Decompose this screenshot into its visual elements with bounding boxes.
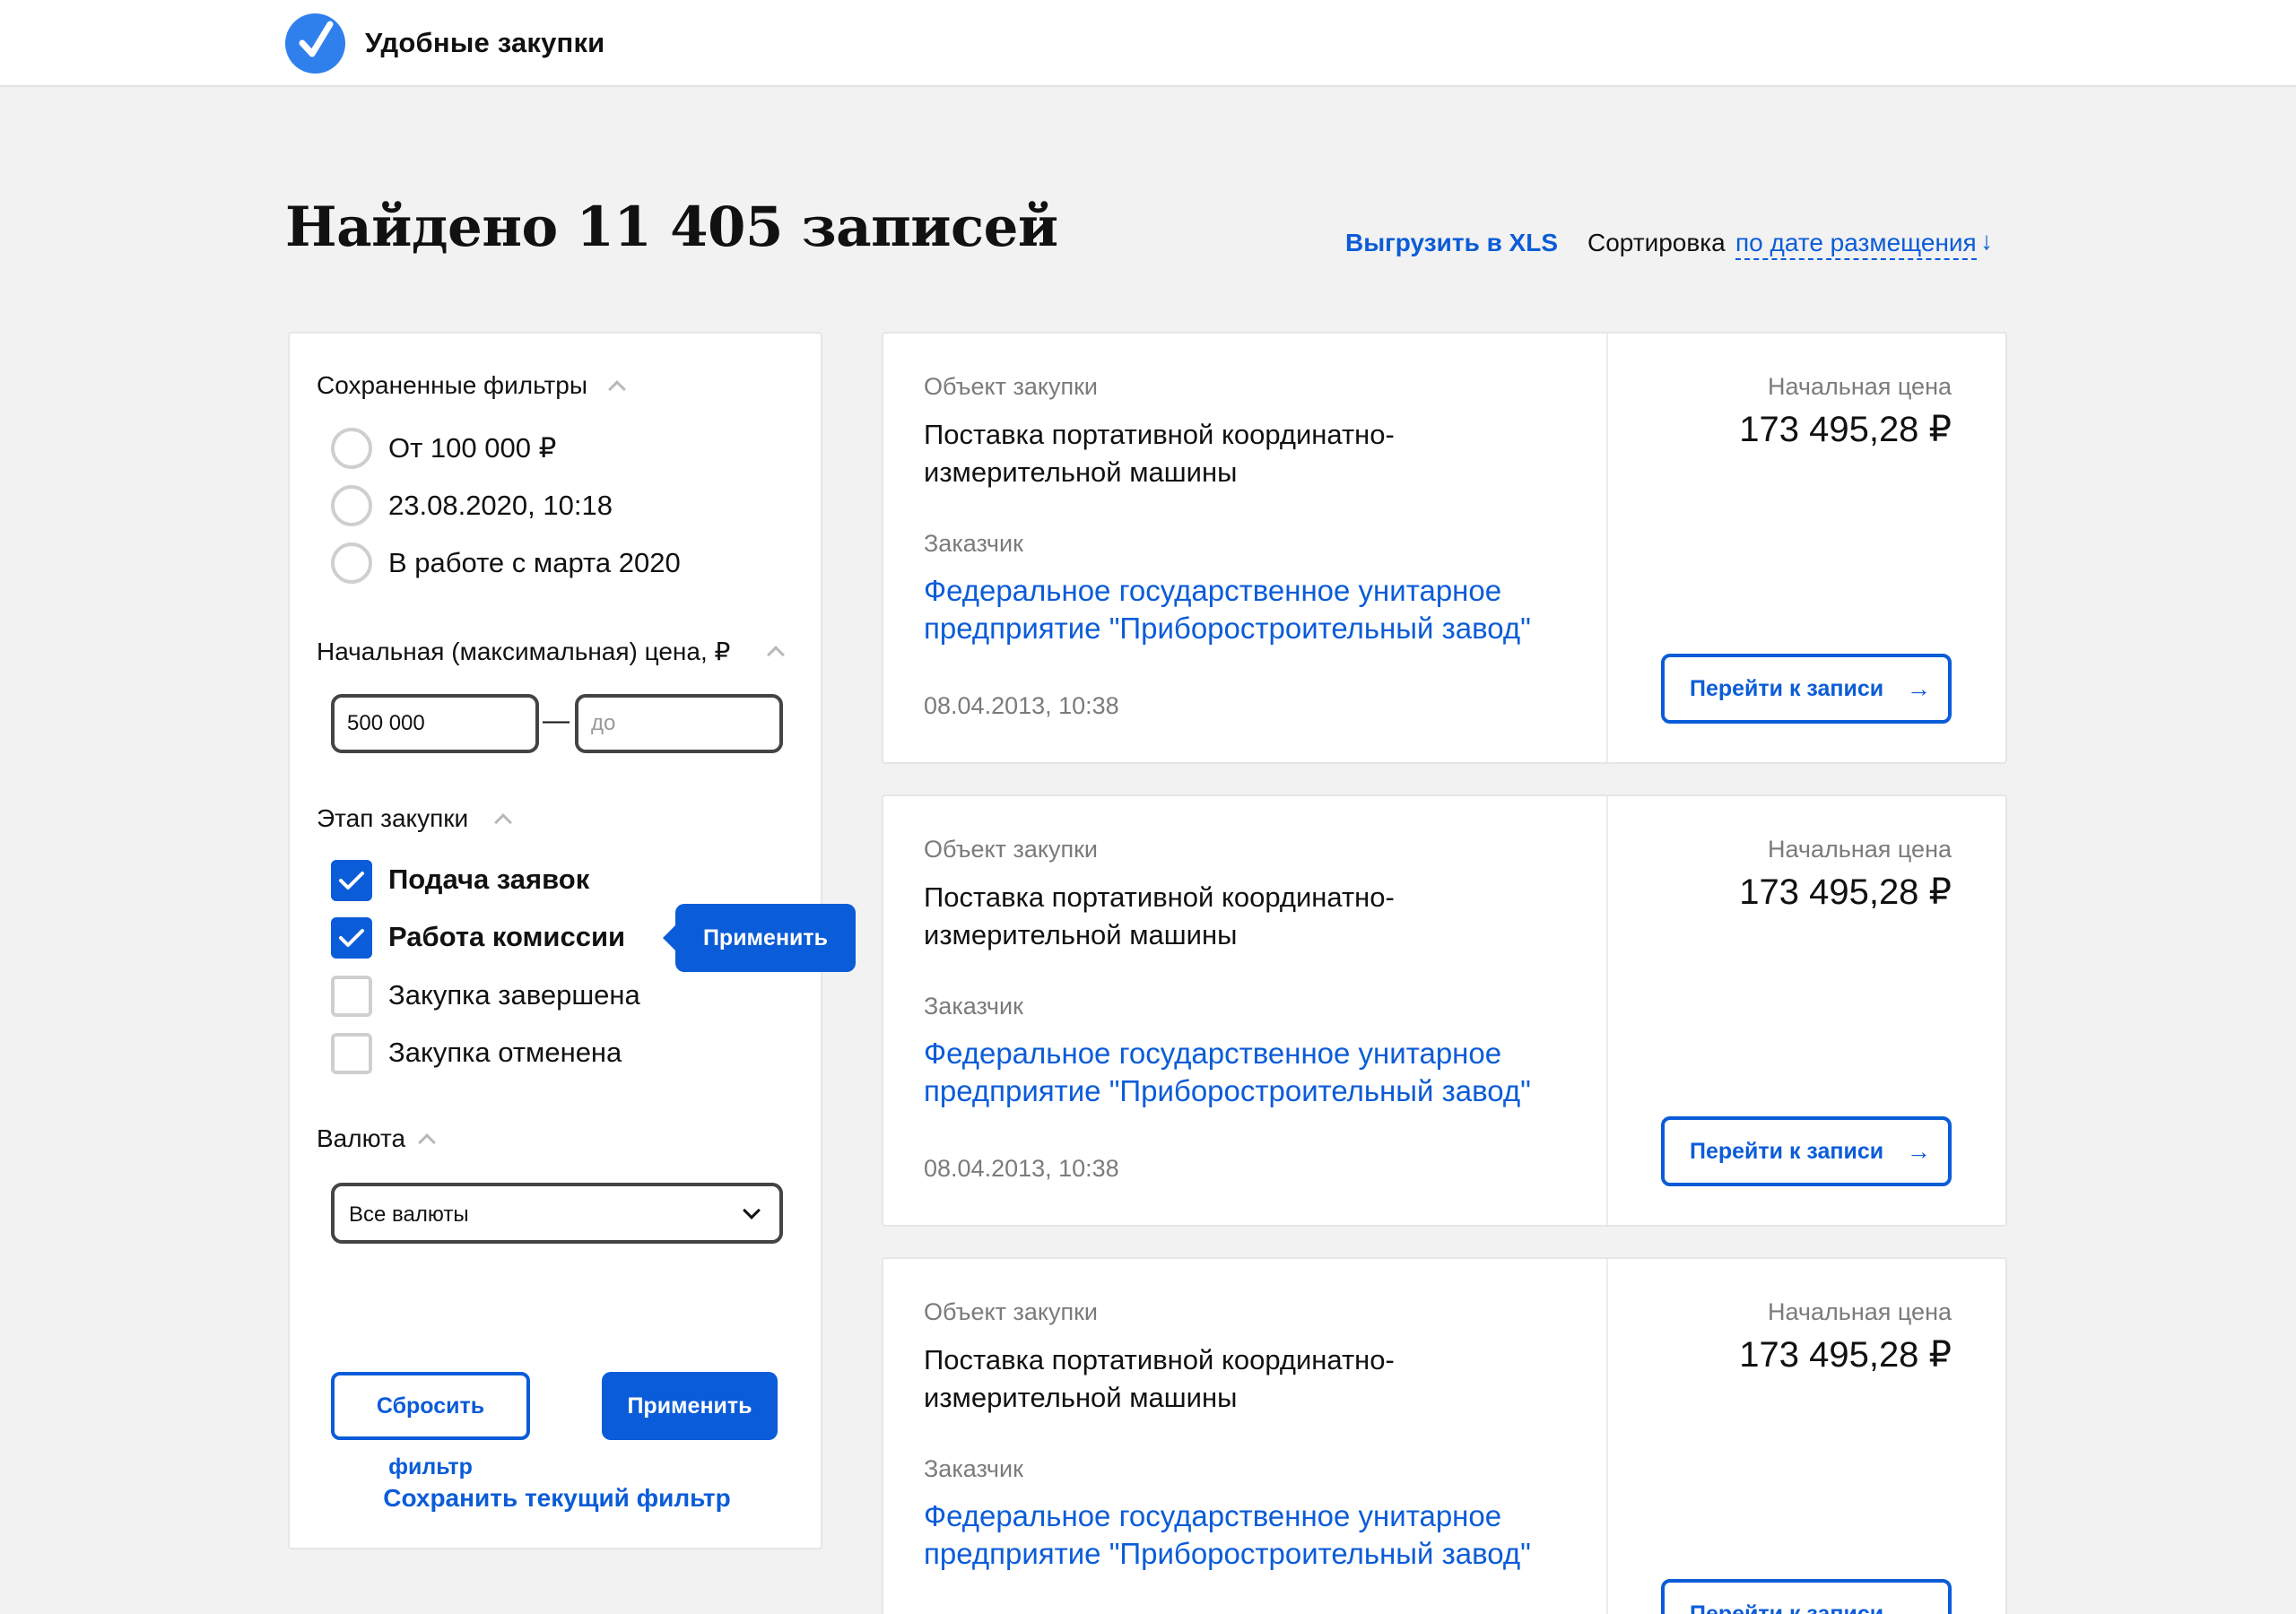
- chevron-up-icon[interactable]: [608, 380, 626, 398]
- stage-checkbox[interactable]: [331, 917, 372, 959]
- price-from-input[interactable]: 500 000: [331, 694, 539, 753]
- customer-link[interactable]: Федеральное государственное унитарное пр…: [924, 1497, 1587, 1573]
- price-label: Начальная цена: [1768, 373, 1952, 400]
- open-record-label: Перейти к записи: [1690, 1601, 1884, 1614]
- arrow-right-icon: →: [1907, 1601, 1931, 1614]
- saved-filter-label[interactable]: 23.08.2020, 10:18: [388, 490, 613, 522]
- customer-link[interactable]: Федеральное государственное унитарное пр…: [924, 572, 1587, 647]
- price-value: 173 495,28 ₽: [1739, 872, 1952, 912]
- reset-filter-button[interactable]: Сбросить фильтр: [331, 1372, 530, 1480]
- customer-link[interactable]: Федеральное государственное унитарное пр…: [924, 1035, 1587, 1110]
- customer-label: Заказчик: [924, 993, 1023, 1020]
- page-title: Найдено 11 405 записей: [285, 195, 1058, 259]
- object-label: Объект закупки: [924, 373, 1098, 400]
- open-record-label: Перейти к записи: [1690, 1139, 1884, 1164]
- saved-filter-radio[interactable]: [331, 428, 372, 469]
- stage-checkbox[interactable]: [331, 976, 372, 1017]
- price-to-input[interactable]: до: [575, 694, 783, 753]
- saved-filter-label[interactable]: В работе с марта 2020: [388, 547, 681, 579]
- currency-select-value: Все валюты: [349, 1202, 469, 1227]
- stage-label[interactable]: Закупка отменена: [388, 1037, 622, 1069]
- object-label: Объект закупки: [924, 836, 1098, 863]
- card-divider: [1606, 1259, 1608, 1614]
- price-filter-title[interactable]: Начальная (максимальная) цена, ₽: [317, 637, 730, 666]
- customer-label: Заказчик: [924, 530, 1023, 557]
- open-record-button[interactable]: Перейти к записи →: [1661, 1579, 1952, 1614]
- arrow-right-icon: →: [1907, 1138, 1931, 1165]
- chevron-down-icon: [743, 1202, 761, 1219]
- stage-label[interactable]: Работа комиссии: [388, 921, 625, 953]
- stage-filter-title[interactable]: Этап закупки: [317, 804, 468, 833]
- result-card[interactable]: Объект закупки Поставка портативной коор…: [882, 332, 2007, 764]
- object-title: Поставка портативной координатно-измерит…: [924, 1344, 1395, 1413]
- price-value: 173 495,28 ₽: [1739, 410, 1952, 449]
- sort-label: Сортировка: [1587, 229, 1726, 256]
- export-xls-link[interactable]: Выгрузить в XLS: [1345, 229, 1558, 257]
- card-divider: [1606, 334, 1608, 762]
- record-date: 08.04.2013, 10:38: [924, 692, 1119, 719]
- save-filter-link[interactable]: Сохранить текущий фильтр: [290, 1484, 824, 1513]
- chevron-up-icon[interactable]: [418, 1133, 436, 1151]
- stage-checkbox[interactable]: [331, 1033, 372, 1074]
- chevron-up-icon[interactable]: [494, 813, 512, 831]
- object-title: Поставка портативной координатно-измерит…: [924, 881, 1395, 950]
- sort-dropdown[interactable]: по дате размещения: [1735, 229, 1977, 260]
- chevron-up-icon[interactable]: [767, 646, 785, 664]
- saved-filter-label[interactable]: От 100 000 ₽: [388, 432, 556, 464]
- apply-tooltip-button[interactable]: Применить: [663, 904, 856, 972]
- check-circle-icon[interactable]: [285, 13, 345, 74]
- price-value: 173 495,28 ₽: [1739, 1335, 1952, 1375]
- price-label: Начальная цена: [1768, 836, 1952, 863]
- price-label: Начальная цена: [1768, 1298, 1952, 1325]
- currency-filter-title[interactable]: Валюта: [317, 1124, 405, 1153]
- result-card[interactable]: Объект закупки Поставка портативной коор…: [882, 794, 2007, 1227]
- open-record-button[interactable]: Перейти к записи →: [1661, 654, 1952, 724]
- object-title: Поставка портативной координатно-измерит…: [924, 419, 1395, 488]
- arrow-right-icon: →: [1907, 675, 1931, 702]
- customer-label: Заказчик: [924, 1455, 1023, 1482]
- apply-filter-button[interactable]: Применить: [602, 1372, 778, 1440]
- saved-filter-radio[interactable]: [331, 542, 372, 584]
- stage-label[interactable]: Закупка завершена: [388, 979, 640, 1011]
- object-label: Объект закупки: [924, 1298, 1098, 1325]
- saved-filter-radio[interactable]: [331, 485, 372, 526]
- record-date: 08.04.2013, 10:38: [924, 1155, 1119, 1182]
- brand-name[interactable]: Удобные закупки: [365, 27, 604, 59]
- stage-label[interactable]: Подача заявок: [388, 863, 589, 896]
- open-record-button[interactable]: Перейти к записи →: [1661, 1116, 1952, 1186]
- result-card[interactable]: Объект закупки Поставка портативной коор…: [882, 1257, 2007, 1614]
- saved-filters-title[interactable]: Сохраненные фильтры: [317, 371, 587, 400]
- range-separator: —: [543, 706, 570, 735]
- open-record-label: Перейти к записи: [1690, 676, 1884, 701]
- top-bar: Удобные закупки: [0, 0, 2296, 87]
- card-divider: [1606, 796, 1608, 1225]
- arrow-down-icon[interactable]: ↓: [1980, 227, 1993, 256]
- stage-checkbox[interactable]: [331, 860, 372, 901]
- currency-select[interactable]: Все валюты: [331, 1183, 783, 1244]
